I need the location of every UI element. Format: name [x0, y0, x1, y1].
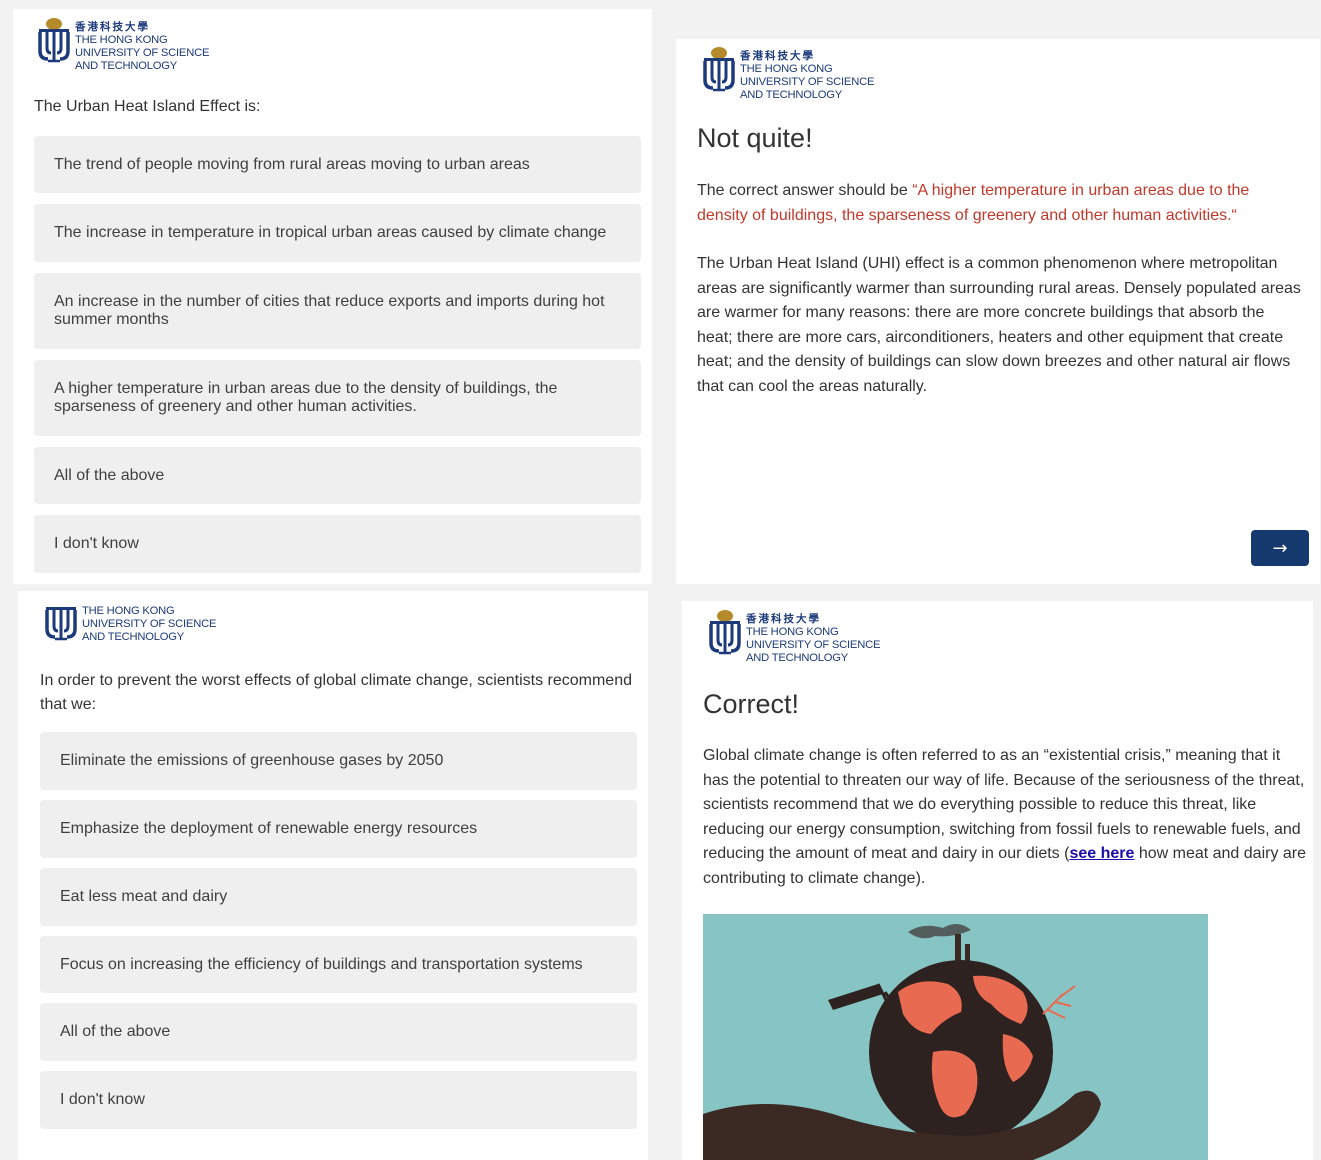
- hkust-emblem-icon: [700, 44, 738, 96]
- logo-chinese-name: 香港科技大學: [746, 613, 821, 625]
- correct-answer-text: The correct answer should be “A higher t…: [697, 179, 1287, 228]
- hkust-emblem-icon: [35, 15, 73, 67]
- logo-line-1: THE HONG KONG: [75, 34, 168, 46]
- hkust-emblem-icon: [706, 607, 744, 659]
- hkust-emblem-icon: [42, 593, 80, 645]
- logo-line-2: UNIVERSITY OF SCIENCE: [75, 47, 210, 59]
- feedback-title: Not quite!: [697, 123, 813, 153]
- answer-option-5[interactable]: All of the above: [34, 447, 641, 504]
- answer-option-2[interactable]: Emphasize the deployment of renewable en…: [40, 800, 637, 858]
- feedback-title: Correct!: [703, 689, 800, 719]
- right-arrow-icon: →: [1272, 537, 1288, 559]
- hkust-logo: 香港科技大學 THE HONG KONG UNIVERSITY OF SCIEN…: [700, 44, 874, 102]
- correct-answer-prefix: The correct answer should be: [697, 182, 913, 199]
- answer-option-3[interactable]: An increase in the number of cities that…: [34, 273, 641, 349]
- answer-option-5[interactable]: All of the above: [40, 1003, 637, 1061]
- hkust-logo: 香港科技大學 THE HONG KONG UNIVERSITY OF SCIEN…: [706, 607, 880, 665]
- logo-line-2: UNIVERSITY OF SCIENCE: [740, 76, 875, 88]
- explanation-text: Global climate change is often referred …: [703, 744, 1308, 891]
- hkust-logo: THE HONG KONG UNIVERSITY OF SCIENCE AND …: [42, 593, 216, 645]
- logo-line-3: AND TECHNOLOGY: [746, 652, 849, 664]
- answer-option-1[interactable]: The trend of people moving from rural ar…: [34, 136, 641, 193]
- quiz-panel-climate-change: THE HONG KONG UNIVERSITY OF SCIENCE AND …: [18, 591, 648, 1160]
- answer-option-4[interactable]: A higher temperature in urban areas due …: [34, 360, 641, 436]
- logo-line-3: AND TECHNOLOGY: [82, 631, 185, 643]
- logo-line-2: UNIVERSITY OF SCIENCE: [82, 618, 217, 630]
- quiz-panel-urban-heat: 香港科技大學 THE HONG KONG UNIVERSITY OF SCIEN…: [13, 9, 652, 584]
- feedback-panel-correct: 香港科技大學 THE HONG KONG UNIVERSITY OF SCIEN…: [682, 601, 1313, 1160]
- answer-option-4[interactable]: Focus on increasing the efficiency of bu…: [40, 936, 637, 993]
- logo-line-1: THE HONG KONG: [746, 626, 839, 638]
- answer-option-6[interactable]: I don't know: [40, 1071, 637, 1129]
- see-here-link[interactable]: see here: [1069, 845, 1134, 862]
- logo-line-2: UNIVERSITY OF SCIENCE: [746, 639, 881, 651]
- answer-option-3[interactable]: Eat less meat and dairy: [40, 868, 637, 926]
- explanation-text: The Urban Heat Island (UHI) effect is a …: [697, 255, 1301, 395]
- globe-in-hand-illustration: [703, 914, 1208, 1160]
- logo-line-3: AND TECHNOLOGY: [75, 60, 178, 72]
- hkust-logo: 香港科技大學 THE HONG KONG UNIVERSITY OF SCIEN…: [35, 15, 209, 73]
- answer-option-1[interactable]: Eliminate the emissions of greenhouse ga…: [40, 732, 637, 790]
- next-button[interactable]: →: [1251, 530, 1309, 566]
- logo-line-1: THE HONG KONG: [740, 63, 833, 75]
- answer-option-2[interactable]: The increase in temperature in tropical …: [34, 204, 641, 262]
- logo-chinese-name: 香港科技大學: [740, 50, 815, 62]
- question-text: In order to prevent the worst effects of…: [40, 672, 632, 713]
- answer-option-6[interactable]: I don't know: [34, 515, 641, 573]
- question-text: The Urban Heat Island Effect is:: [34, 98, 261, 115]
- logo-line-3: AND TECHNOLOGY: [740, 89, 843, 101]
- feedback-panel-incorrect: 香港科技大學 THE HONG KONG UNIVERSITY OF SCIEN…: [676, 39, 1320, 584]
- logo-chinese-name: 香港科技大學: [75, 21, 150, 33]
- logo-line-1: THE HONG KONG: [82, 605, 175, 617]
